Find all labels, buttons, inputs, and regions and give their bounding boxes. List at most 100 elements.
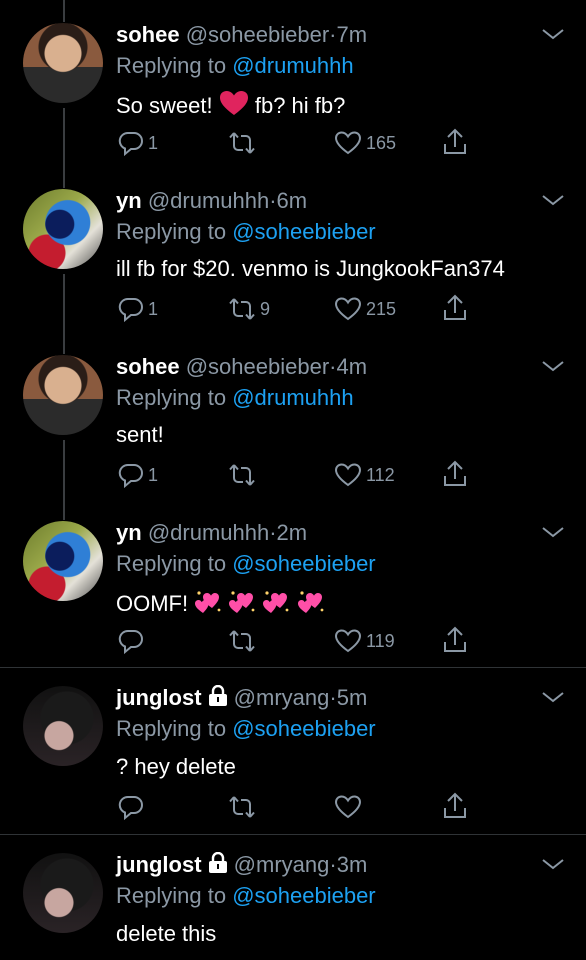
reply-button[interactable]: 1 [118,462,158,488]
retweet-button[interactable]: 9 [228,296,270,322]
reply-to-link[interactable]: @soheebieber [232,716,375,741]
timestamp[interactable]: 7m [336,22,367,47]
display-name[interactable]: sohee [116,22,180,47]
display-name[interactable]: junglost [116,852,202,877]
user-handle[interactable]: @soheebieber [186,354,329,379]
avatar[interactable] [23,853,103,933]
tweet[interactable]: junglost @mryang·3m Replying to @soheebi… [0,835,586,960]
like-count: 112 [366,464,395,485]
separator-dot: · [269,188,277,213]
tweet-header: junglost @mryang·5m [116,685,367,711]
chevron-down-icon[interactable] [540,524,566,540]
like-button[interactable]: 215 [334,296,396,322]
avatar[interactable] [23,521,103,601]
timestamp[interactable]: 3m [337,852,368,877]
avatar[interactable] [23,23,103,103]
share-button[interactable] [442,460,468,488]
user-handle[interactable]: @drumuhhh [148,520,269,545]
retweet-button[interactable] [228,794,256,820]
heart-icon [334,629,362,653]
reply-to-link[interactable]: @drumuhhh [232,53,353,78]
share-button[interactable] [442,294,468,322]
tweet[interactable]: yn @drumuhhh·6m Replying to @soheebieber… [0,166,586,336]
two-hearts-emoji-icon [195,591,221,613]
chevron-down-icon[interactable] [540,358,566,374]
reply-button[interactable] [118,794,144,820]
display-name[interactable]: yn [116,520,142,545]
tweet-text: So sweet! fb? hi fb? [116,90,345,119]
share-button[interactable] [442,792,468,820]
tweet-text-part: OOMF! [116,591,189,616]
like-button[interactable]: 119 [334,628,395,654]
like-count: 165 [366,132,397,153]
reply-count: 1 [148,298,159,319]
chevron-down-icon[interactable] [540,856,566,872]
tweet-header: sohee @soheebieber·4m [116,354,367,380]
chevron-down-icon[interactable] [540,689,566,705]
retweet-button[interactable] [228,628,256,654]
share-icon [444,128,466,154]
replying-to: Replying to @soheebieber [116,883,376,909]
display-name[interactable]: yn [116,188,142,213]
share-icon [444,460,466,486]
tweet-text: OOMF! [116,588,325,617]
retweet-button[interactable] [228,462,260,488]
tweet[interactable]: yn @drumuhhh·2m Replying to @soheebieber… [0,498,586,668]
reply-to-link[interactable]: @soheebieber [232,551,375,576]
lock-icon [208,852,227,873]
share-icon [444,792,466,818]
avatar[interactable] [23,189,103,269]
like-button[interactable]: 112 [334,462,395,488]
tweet[interactable]: junglost @mryang·5m Replying to @soheebi… [0,668,586,834]
reply-icon [118,795,143,820]
chevron-down-icon[interactable] [540,26,566,42]
tweet-text: ill fb for $20. venmo is JungkookFan374 [116,256,505,281]
reply-to-link[interactable]: @drumuhhh [232,385,353,410]
replying-to: Replying to @soheebieber [116,219,376,245]
tweet[interactable]: sohee @soheebieber·4m Replying to @drumu… [0,332,586,502]
timestamp[interactable]: 5m [337,685,368,710]
retweet-icon [229,298,255,320]
replying-to: Replying to @soheebieber [116,551,376,577]
red-heart-emoji-icon [219,91,248,115]
timestamp[interactable]: 2m [277,520,308,545]
reply-button[interactable]: 1 [118,296,158,322]
two-hearts-emoji-icon [229,591,255,613]
reply-button[interactable] [118,628,144,654]
share-button[interactable] [442,626,468,654]
reply-icon [118,629,143,654]
retweet-icon [229,630,255,652]
tweet-header: sohee @soheebieber·7m [116,22,367,48]
like-button[interactable] [334,794,362,820]
display-name[interactable]: sohee [116,354,180,379]
display-name[interactable]: junglost [116,685,202,710]
replying-to-label: Replying to [116,385,227,410]
user-handle[interactable]: @drumuhhh [148,188,269,213]
retweet-button[interactable] [228,130,260,156]
reply-icon [118,297,143,322]
timestamp[interactable]: 4m [336,354,367,379]
tweet-header: junglost @mryang·3m [116,852,367,878]
user-handle[interactable]: @mryang [234,685,330,710]
heart-icon [334,463,362,487]
chevron-down-icon[interactable] [540,192,566,208]
reply-to-link[interactable]: @soheebieber [232,883,375,908]
user-handle[interactable]: @soheebieber [186,22,329,47]
avatar[interactable] [23,355,103,435]
tweet-text: delete this [116,921,217,946]
tweet-text-part: fb? hi fb? [254,93,346,118]
reply-to-link[interactable]: @soheebieber [232,219,375,244]
tweet-text: sent! [116,422,164,447]
timestamp[interactable]: 6m [277,188,308,213]
replying-to-label: Replying to [116,219,227,244]
tweet[interactable]: sohee @soheebieber·7m Replying to @drumu… [0,0,586,170]
like-button[interactable]: 165 [334,130,396,156]
replying-to: Replying to @soheebieber [116,716,376,742]
reply-button[interactable]: 1 [118,130,158,156]
user-handle[interactable]: @mryang [234,852,330,877]
avatar[interactable] [23,686,103,766]
replying-to-label: Replying to [116,53,227,78]
replying-to: Replying to @drumuhhh [116,385,354,411]
share-button[interactable] [442,128,468,156]
like-count: 215 [366,298,397,319]
